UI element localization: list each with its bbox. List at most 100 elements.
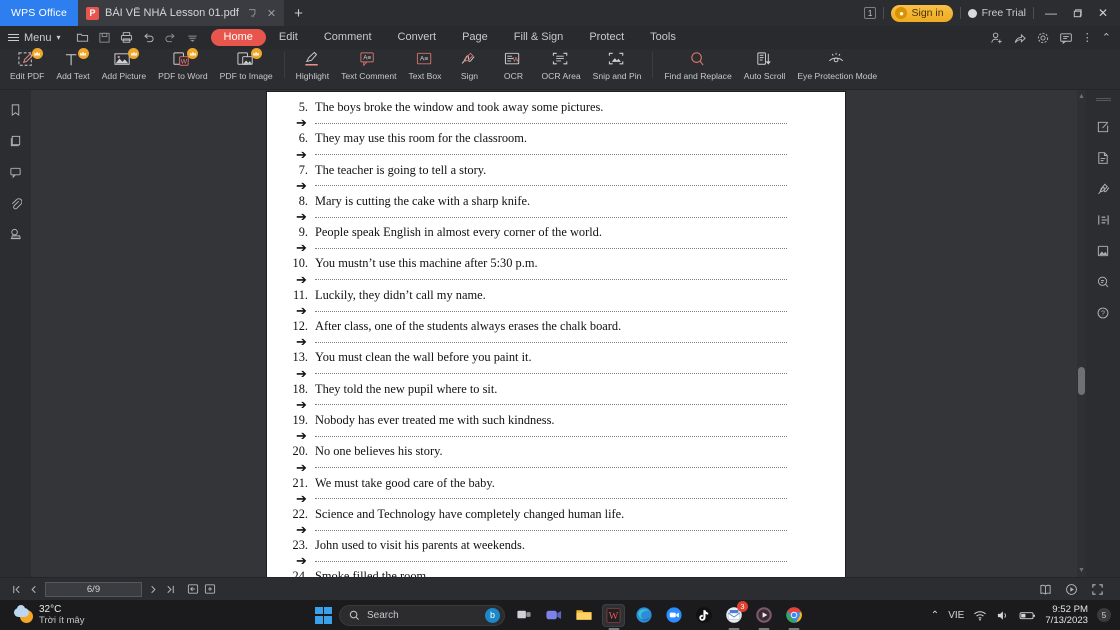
align-icon[interactable] — [1093, 211, 1113, 229]
taskbar-app-tiktok[interactable] — [692, 604, 715, 627]
answer-row[interactable]: ➔ — [291, 460, 815, 476]
page-number-input[interactable]: 6/9 — [45, 581, 142, 597]
scrollbar-thumb[interactable] — [1078, 367, 1085, 395]
answer-row[interactable]: ➔ — [291, 115, 815, 131]
answer-row[interactable]: ➔ — [291, 303, 815, 319]
answer-row[interactable]: ➔ — [291, 397, 815, 413]
answer-row[interactable]: ➔ — [291, 209, 815, 225]
minimize-button[interactable]: — — [1041, 0, 1061, 26]
scroll-down-arrow[interactable]: ▼ — [1077, 566, 1086, 575]
open-icon[interactable] — [73, 28, 93, 47]
taskbar-app-teams[interactable] — [542, 604, 565, 627]
notification-center-button[interactable]: 5 — [1097, 608, 1111, 622]
answer-row[interactable]: ➔ — [291, 240, 815, 256]
insert-image-icon[interactable] — [1093, 242, 1113, 260]
thumbnails-icon[interactable] — [6, 132, 26, 150]
rail-drag-handle[interactable] — [1095, 98, 1111, 101]
answer-row[interactable]: ➔ — [291, 147, 815, 163]
windows-start-icon[interactable] — [315, 606, 332, 624]
collapse-ribbon-icon[interactable]: ⌃ — [1102, 31, 1111, 44]
answer-row[interactable]: ➔ — [291, 272, 815, 288]
ocr-area-button[interactable]: OCR Area — [535, 49, 586, 81]
weather-widget[interactable]: 32°C Trời ít mây — [0, 604, 84, 626]
feedback-icon[interactable] — [1059, 31, 1073, 45]
add-picture-button[interactable]: Add Picture — [96, 48, 152, 81]
highlight-button[interactable]: Highlight — [290, 49, 335, 81]
answer-row[interactable]: ➔ — [291, 428, 815, 444]
free-trial-button[interactable]: Free Trial — [967, 7, 1026, 19]
new-tab-button[interactable]: + — [284, 0, 313, 26]
taskbar-app-zoom[interactable] — [662, 604, 685, 627]
stamp-icon[interactable] — [6, 225, 26, 243]
taskbar-app-google-chrome[interactable] — [782, 604, 805, 630]
taskbar-app-file-explorer[interactable] — [572, 604, 595, 627]
answer-row[interactable]: ➔ — [291, 178, 815, 194]
add-text-button[interactable]: Add Text — [50, 48, 95, 81]
tab-protect[interactable]: Protect — [576, 29, 637, 46]
close-icon[interactable]: ✕ — [265, 7, 278, 20]
ink-signature-icon[interactable] — [1093, 180, 1113, 198]
search-document-icon[interactable] — [1093, 273, 1113, 291]
answer-row[interactable]: ➔ — [291, 491, 815, 507]
bookmark-icon[interactable] — [6, 101, 26, 119]
menu-button[interactable]: Menu ▾ — [0, 32, 70, 44]
tab-comment[interactable]: Comment — [311, 29, 385, 46]
ocr-button[interactable]: W OCR — [491, 49, 535, 81]
snip-and-pin-button[interactable]: Snip and Pin — [587, 49, 648, 81]
tab-home[interactable]: Home — [210, 29, 266, 46]
search-input[interactable]: Search b — [339, 604, 505, 626]
quick-print-icon[interactable] — [183, 28, 203, 47]
prev-page-icon[interactable] — [25, 581, 42, 598]
volume-icon[interactable] — [996, 609, 1010, 622]
text-box-button[interactable]: A≡ Text Box — [403, 49, 448, 81]
pdf-to-image-button[interactable]: PDF to Image — [214, 48, 279, 81]
document-icon[interactable] — [1093, 149, 1113, 167]
language-indicator[interactable]: VIE — [948, 610, 964, 621]
text-comment-button[interactable]: A≡ Text Comment — [335, 49, 402, 81]
tab-convert[interactable]: Convert — [385, 29, 450, 46]
sign-button[interactable]: Sign — [447, 49, 491, 81]
tab-tools[interactable]: Tools — [637, 29, 689, 46]
fullscreen-icon[interactable] — [1089, 581, 1106, 598]
wifi-icon[interactable] — [973, 609, 987, 622]
undo-icon[interactable] — [139, 28, 159, 47]
answer-row[interactable]: ➔ — [291, 334, 815, 350]
show-hidden-icons-icon[interactable]: ⌃ — [931, 610, 939, 621]
settings-gear-icon[interactable] — [1036, 31, 1050, 45]
edit-pdf-button[interactable]: Edit PDF — [4, 48, 50, 81]
pdf-to-word-button[interactable]: W PDF to Word — [152, 48, 214, 81]
next-page-icon[interactable] — [145, 581, 162, 598]
more-vertical-icon[interactable]: ⋮ — [1082, 31, 1093, 44]
answer-row[interactable]: ➔ — [291, 366, 815, 382]
scroll-up-arrow[interactable]: ▲ — [1077, 92, 1086, 101]
clock[interactable]: 9:52 PM 7/13/2023 — [1045, 604, 1088, 626]
answer-row[interactable]: ➔ — [291, 522, 815, 538]
fit-page-icon[interactable] — [184, 581, 201, 598]
slideshow-icon[interactable] — [1063, 581, 1080, 598]
redo-icon[interactable] — [161, 28, 181, 47]
vertical-scrollbar[interactable]: ▲ ▼ — [1077, 90, 1086, 577]
attachment-icon[interactable] — [6, 194, 26, 212]
help-icon[interactable]: ? — [1093, 304, 1113, 322]
edit-square-icon[interactable] — [1093, 118, 1113, 136]
share-icon[interactable] — [1013, 31, 1027, 45]
tab-fill-and-sign[interactable]: Fill & Sign — [501, 29, 577, 46]
user-add-icon[interactable] — [990, 31, 1004, 45]
first-page-icon[interactable] — [8, 581, 25, 598]
pin-icon[interactable] — [245, 8, 259, 18]
bing-chat-icon[interactable]: b — [485, 607, 500, 623]
taskbar-app-media-player[interactable] — [752, 604, 775, 630]
fit-width-icon[interactable] — [201, 581, 218, 598]
window-count-badge[interactable]: 1 — [863, 7, 877, 19]
taskbar-app-microsoft-edge[interactable] — [632, 604, 655, 627]
document-viewport[interactable]: 5. The boys broke the window and took awa… — [31, 90, 1086, 577]
print-icon[interactable] — [117, 28, 137, 47]
wps-office-logo[interactable]: WPS Office — [0, 0, 78, 26]
find-and-replace-button[interactable]: Find and Replace — [658, 49, 737, 81]
battery-icon[interactable] — [1019, 609, 1036, 622]
tab-edit[interactable]: Edit — [266, 29, 311, 46]
document-tab[interactable]: P BÀI VỀ NHÀ Lesson 01.pdf ✕ — [78, 0, 285, 26]
last-page-icon[interactable] — [162, 581, 179, 598]
auto-scroll-button[interactable]: Auto Scroll — [738, 49, 792, 81]
close-button[interactable]: ✕ — [1094, 0, 1112, 26]
